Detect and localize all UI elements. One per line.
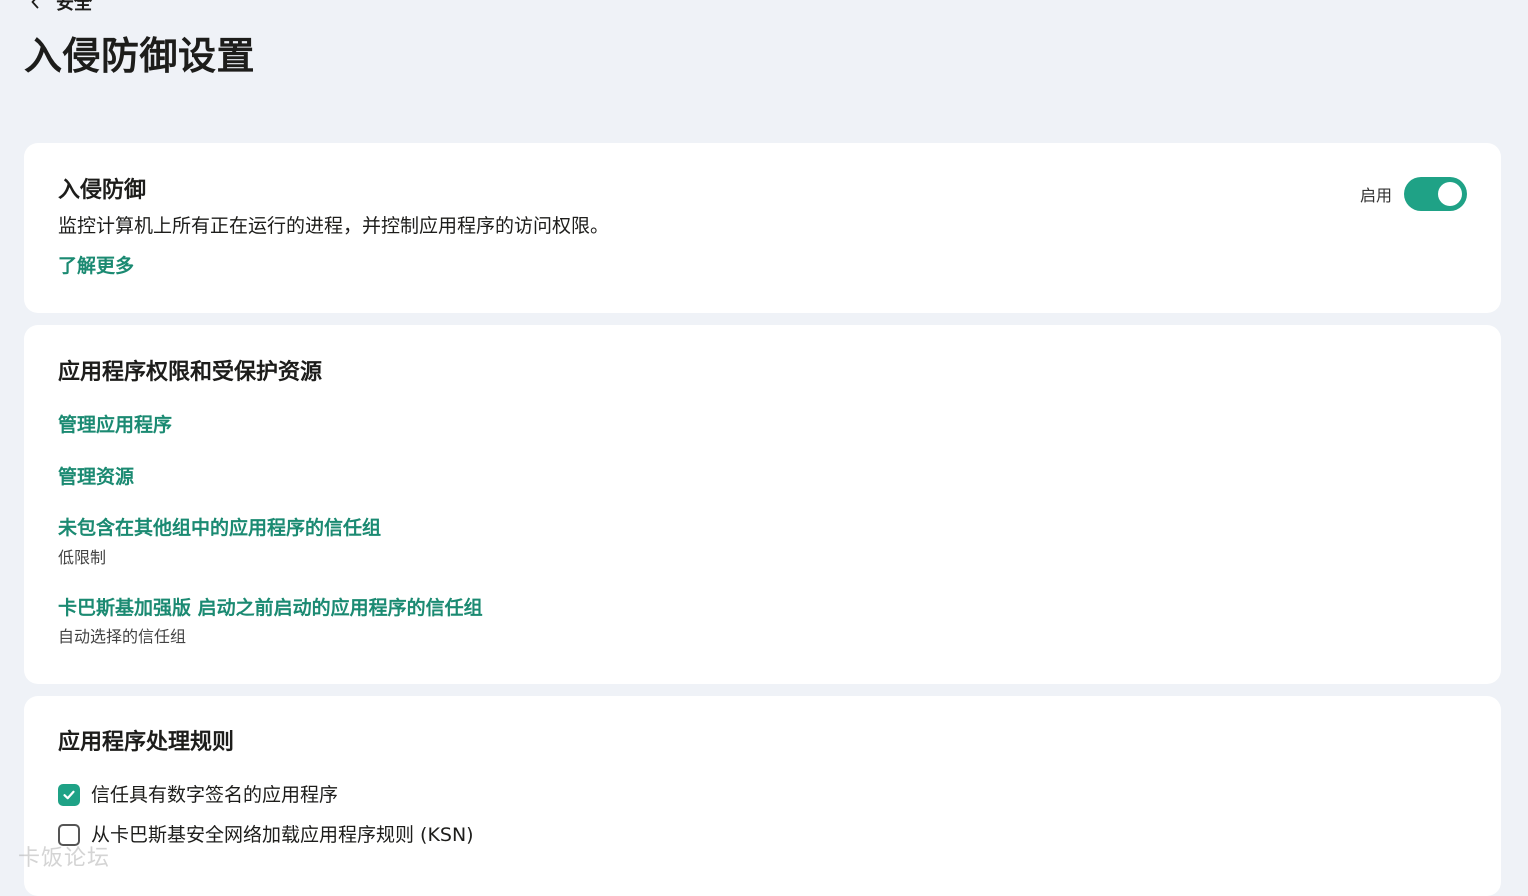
- toggle-knob: [1438, 182, 1462, 206]
- chevron-left-icon[interactable]: [28, 0, 42, 9]
- trust-group-before-start-value: 自动选择的信任组: [58, 627, 187, 646]
- rules-card: 应用程序处理规则 信任具有数字签名的应用程序 从卡巴斯基安全网络加载应用程序规则…: [24, 696, 1501, 896]
- manage-apps-link[interactable]: 管理应用程序: [58, 412, 172, 438]
- intrusion-prevention-title: 入侵防御: [58, 178, 147, 203]
- trust-group-other-value: 低限制: [58, 548, 107, 567]
- learn-more-link[interactable]: 了解更多: [58, 253, 134, 279]
- permissions-title: 应用程序权限和受保护资源: [58, 360, 323, 385]
- ksn-rules-label: 从卡巴斯基安全网络加载应用程序规则 (KSN): [91, 824, 474, 846]
- ksn-rules-option[interactable]: 从卡巴斯基安全网络加载应用程序规则 (KSN): [58, 822, 474, 848]
- back-link[interactable]: 安全: [56, 0, 92, 15]
- toggle-label: 启用: [1359, 186, 1392, 205]
- breadcrumb: 安全: [28, 0, 92, 15]
- trust-signed-apps-checkbox[interactable]: [58, 784, 80, 806]
- intrusion-prevention-card: 入侵防御 监控计算机上所有正在运行的进程，并控制应用程序的访问权限。 了解更多 …: [24, 143, 1501, 313]
- ksn-rules-checkbox[interactable]: [58, 824, 80, 846]
- enable-toggle-group: 启用: [1360, 177, 1467, 211]
- trust-group-before-start-link[interactable]: 卡巴斯基加强版 启动之前启动的应用程序的信任组: [58, 595, 483, 621]
- trust-signed-apps-label: 信任具有数字签名的应用程序: [91, 784, 339, 806]
- rules-title: 应用程序处理规则: [58, 730, 235, 755]
- page-title: 入侵防御设置: [24, 34, 256, 78]
- enable-toggle[interactable]: [1404, 177, 1467, 211]
- manage-resources-link[interactable]: 管理资源: [58, 464, 134, 490]
- checkmark-icon: [63, 790, 75, 800]
- intrusion-prevention-description: 监控计算机上所有正在运行的进程，并控制应用程序的访问权限。: [58, 215, 610, 237]
- trust-group-other-link[interactable]: 未包含在其他组中的应用程序的信任组: [58, 515, 381, 541]
- permissions-card: 应用程序权限和受保护资源 管理应用程序 管理资源 未包含在其他组中的应用程序的信…: [24, 325, 1501, 684]
- trust-signed-apps-option[interactable]: 信任具有数字签名的应用程序: [58, 782, 338, 808]
